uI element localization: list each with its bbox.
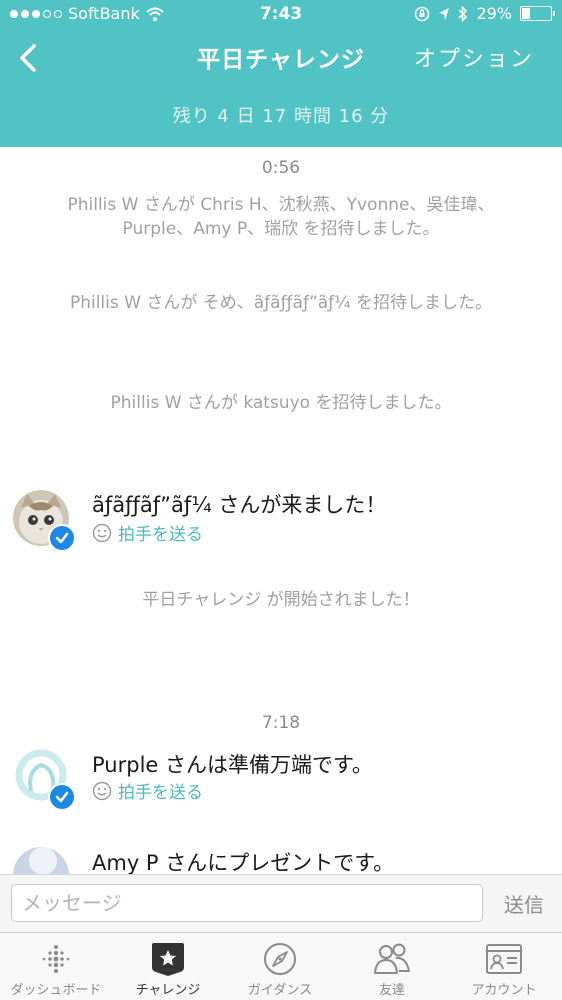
status-bar: SoftBank 7:43 29% bbox=[0, 0, 562, 28]
system-message: Phillis W さんが katsuyo を招待しました。 bbox=[110, 393, 452, 413]
tab-bar: ダッシュボード チャレンジ ガイダンス 友達 アカウント bbox=[0, 932, 562, 1000]
battery-percent: 29% bbox=[476, 4, 512, 23]
rotation-lock-icon bbox=[415, 6, 430, 21]
tab-friends[interactable]: 友達 bbox=[336, 933, 448, 1000]
timestamp: 0:56 bbox=[261, 158, 301, 178]
system-message: Phillis W さんが Chris H、沈秋燕、Yvonne、吳佳瑋、Pur… bbox=[67, 195, 495, 239]
tab-label: ガイダンス bbox=[247, 983, 313, 998]
avatar[interactable] bbox=[13, 847, 69, 874]
send-button[interactable]: 送信 bbox=[504, 889, 544, 918]
amy-message: Amy P さんにプレゼントです。 bbox=[92, 851, 395, 874]
message-feed[interactable]: 0:56 Phillis W さんが Chris H、沈秋燕、Yvonne、吳佳… bbox=[0, 147, 562, 874]
status-right: 29% bbox=[414, 4, 555, 23]
account-card-icon bbox=[486, 944, 522, 974]
sky-avatar-image bbox=[13, 847, 69, 874]
tab-label: アカウント bbox=[471, 983, 537, 998]
cheer-button[interactable]: 拍手を送る bbox=[92, 520, 203, 545]
header: SoftBank 7:43 29% 平日チャレンジ オプション 残り 4 日 1… bbox=[0, 0, 562, 147]
smiley-icon bbox=[92, 523, 112, 542]
tab-label: ダッシュボード bbox=[10, 983, 102, 998]
friends-icon bbox=[374, 943, 410, 974]
tab-challenge[interactable]: チャレンジ bbox=[112, 933, 224, 1000]
smiley-icon bbox=[92, 781, 112, 800]
options-button[interactable]: オプション bbox=[414, 41, 534, 73]
purple-message: Purple さんは準備万端です。 bbox=[92, 753, 373, 777]
cheer-button[interactable]: 拍手を送る bbox=[92, 778, 203, 803]
tab-account[interactable]: アカウント bbox=[448, 933, 560, 1000]
system-message: 平日チャレンジ が開始されました！ bbox=[142, 590, 420, 610]
cheer-label: 拍手を送る bbox=[118, 783, 203, 803]
tab-guidance[interactable]: ガイダンス bbox=[224, 933, 336, 1000]
dashboard-dots-icon bbox=[42, 945, 70, 973]
battery-fill bbox=[522, 8, 531, 19]
location-arrow-icon bbox=[439, 7, 450, 20]
timestamp: 7:18 bbox=[261, 713, 301, 733]
system-message: Phillis W さんが そめ、ãƒãƒƒãƒ”ãƒ¼ を招待しました。 bbox=[69, 293, 493, 313]
tab-label: 友達 bbox=[378, 983, 405, 998]
challenge-star-icon bbox=[152, 943, 184, 976]
battery-icon bbox=[520, 6, 555, 21]
join-message: ãƒãƒƒãƒ”ãƒ¼ さんが来ました！ bbox=[92, 493, 387, 517]
bluetooth-icon bbox=[458, 5, 468, 22]
verified-check-icon bbox=[48, 524, 76, 552]
message-composer: 送信 bbox=[0, 874, 562, 933]
message-input[interactable] bbox=[11, 884, 483, 922]
verified-check-icon bbox=[48, 783, 76, 811]
tab-dashboard[interactable]: ダッシュボード bbox=[0, 933, 112, 1000]
compass-icon bbox=[264, 943, 296, 975]
nav-bar: 平日チャレンジ オプション bbox=[0, 28, 562, 84]
remaining-time: 残り 4 日 17 時間 16 分 bbox=[172, 106, 390, 127]
tab-label: チャレンジ bbox=[135, 983, 201, 998]
cheer-label: 拍手を送る bbox=[118, 525, 203, 545]
